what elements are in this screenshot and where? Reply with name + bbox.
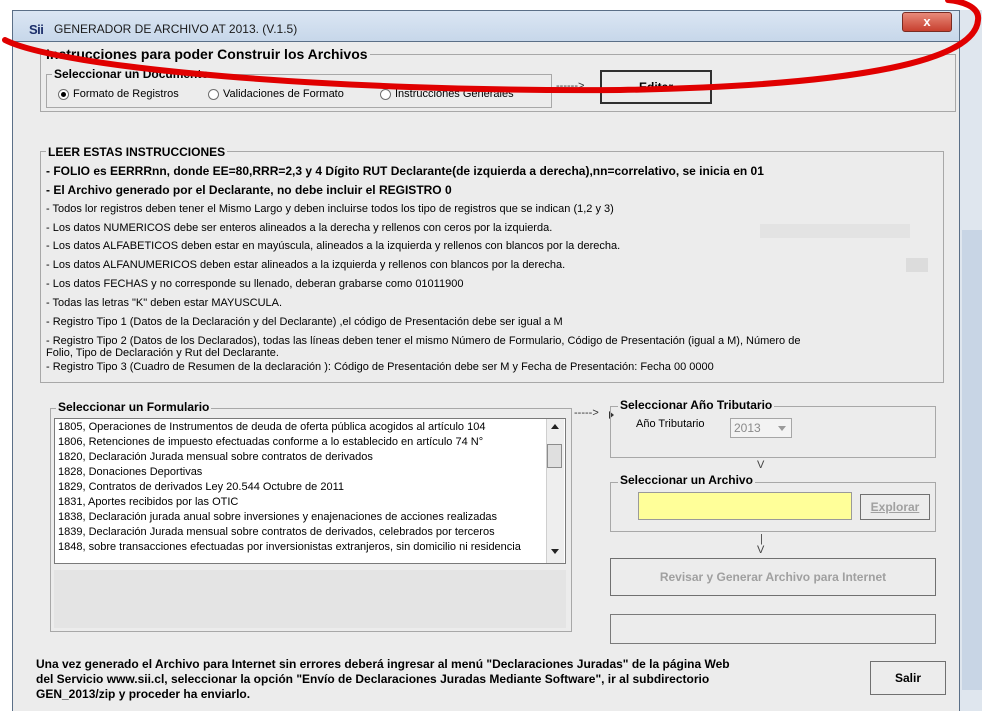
red-annotation-ellipse	[2, 0, 982, 94]
annotation-stroke	[2, 0, 982, 94]
